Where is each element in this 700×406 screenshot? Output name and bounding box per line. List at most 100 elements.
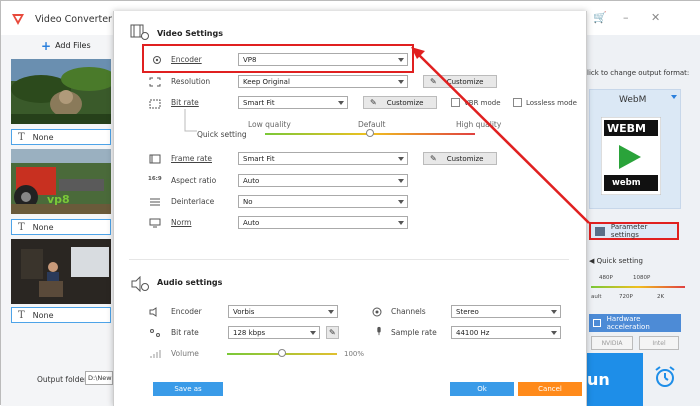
sample-rate-select[interactable]: 44100 Hz (451, 326, 561, 339)
pencil-icon: ✎ (329, 328, 336, 337)
volume-label: Volume (171, 349, 199, 358)
sample-rate-label: Sample rate (391, 328, 437, 337)
output-format-name: WebM (619, 95, 647, 105)
subtitle-row[interactable]: T None (11, 129, 111, 145)
parameter-settings-label: Parameter settings (610, 223, 648, 239)
frame-rate-value: Smart Fit (243, 155, 275, 163)
chevron-down-icon (551, 310, 557, 314)
frame-rate-customize-button[interactable]: ✎ Customize (423, 152, 497, 165)
lossless-mode-checkbox[interactable]: Lossless mode (513, 98, 577, 107)
resolution-customize-button[interactable]: ✎ Customize (423, 75, 497, 88)
quality-slider-handle[interactable] (366, 129, 374, 137)
scale-label: 480P (599, 275, 613, 281)
subtitle-value: None (32, 222, 54, 232)
audio-encoder-select[interactable]: Vorbis (228, 305, 338, 318)
resolution-select[interactable]: Keep Original (238, 75, 408, 88)
video-thumbnail[interactable] (11, 239, 111, 304)
bitrate-customize-button[interactable]: ✎ Customize (363, 96, 437, 109)
aspect-ratio-select[interactable]: Auto (238, 174, 408, 187)
add-files-button[interactable]: + Add Files (41, 38, 91, 53)
video-thumbnail[interactable] (11, 59, 111, 124)
subtitle-value: None (32, 132, 54, 142)
deinterlace-icon (150, 198, 160, 206)
norm-select[interactable]: Auto (238, 216, 408, 229)
subtitle-row[interactable]: T None (11, 219, 111, 235)
hardware-acceleration-toggle[interactable]: Hardware acceleration (589, 314, 681, 332)
audio-bitrate-edit-button[interactable]: ✎ (326, 326, 339, 339)
film-icon (149, 154, 161, 164)
channels-select[interactable]: Stereo (451, 305, 561, 318)
frame-rate-select[interactable]: Smart Fit (238, 152, 408, 165)
app-window: Video Converter 🛒 – ✕ + Add Files T None… (0, 0, 700, 406)
customize-label: Customize (446, 77, 484, 86)
resolution-label: Resolution (171, 77, 211, 86)
text-icon: T (18, 309, 25, 321)
monitor-icon (149, 218, 161, 228)
lossless-mode-label: Lossless mode (526, 98, 577, 107)
text-icon: T (18, 221, 25, 233)
pencil-icon: ✎ (370, 98, 377, 107)
scale-label: 2K (657, 294, 665, 300)
resize-icon (149, 77, 161, 87)
bitrate-select[interactable]: Smart Fit (238, 96, 348, 109)
text-icon: T (18, 131, 25, 143)
chevron-down-icon (398, 200, 404, 204)
checkbox-icon (593, 319, 601, 327)
quality-track[interactable] (591, 286, 685, 288)
pencil-icon: ✎ (430, 154, 437, 163)
run-label: un (587, 370, 610, 389)
cart-icon[interactable]: 🛒 (593, 11, 607, 24)
vbr-mode-checkbox[interactable]: VBR mode (451, 98, 501, 107)
parameter-settings-button[interactable]: Parameter settings (589, 222, 679, 240)
app-logo-icon (12, 14, 24, 25)
audio-encoder-label: Encoder (171, 307, 202, 316)
thumbnail-overlay-text: vp8 (47, 193, 70, 206)
video-settings-title: Video Settings (157, 29, 223, 38)
microphone-icon (377, 326, 381, 336)
bitrate-icon (149, 99, 161, 109)
ok-button[interactable]: Ok (450, 382, 514, 396)
intel-badge[interactable]: Intel (639, 336, 679, 350)
audio-bitrate-value: 128 kbps (233, 329, 266, 337)
aspect-ratio-icon: 16:9 (148, 176, 162, 182)
format-dropdown-icon[interactable] (671, 95, 677, 99)
section-divider (129, 259, 569, 260)
minimize-icon[interactable]: – (623, 11, 629, 24)
volume-bars-icon (150, 350, 161, 358)
volume-slider-handle[interactable] (278, 349, 286, 357)
save-as-button[interactable]: Save as (153, 382, 223, 396)
webm-icon-sublabel: webm (612, 178, 641, 188)
plus-icon: + (41, 38, 52, 53)
speaker-icon (149, 307, 157, 317)
scale-label: 720P (619, 294, 633, 300)
encoder-highlight-box (142, 44, 414, 73)
chevron-down-icon (398, 179, 404, 183)
scale-label: ault (591, 294, 602, 300)
deinterlace-value: No (243, 198, 253, 206)
subtitle-row[interactable]: T None (11, 307, 111, 323)
nvidia-badge[interactable]: NVIDIA (591, 336, 633, 350)
high-quality-label: High quality (456, 120, 502, 129)
frame-rate-label: Frame rate (171, 154, 212, 163)
norm-label: Norm (171, 218, 192, 227)
chevron-down-icon (310, 331, 316, 335)
hardware-acceleration-label: Hardware acceleration (606, 315, 650, 331)
chevron-down-icon (398, 80, 404, 84)
alarm-clock-icon[interactable] (653, 365, 677, 389)
low-quality-label: Low quality (248, 120, 291, 129)
volume-value: 100% (344, 350, 365, 358)
app-title: Video Converter (35, 14, 112, 25)
bitrate-dots-icon (150, 329, 160, 337)
output-folder-input[interactable]: D:\New f (85, 371, 113, 385)
audio-settings-title: Audio settings (157, 278, 223, 287)
quality-scale[interactable]: 480P 1080P ault 720P 2K (591, 269, 685, 305)
audio-bitrate-select[interactable]: 128 kbps (228, 326, 320, 339)
video-settings-icon (130, 24, 149, 40)
checkbox-icon (451, 98, 460, 107)
cancel-button[interactable]: Cancel (518, 382, 582, 396)
deinterlace-select[interactable]: No (238, 195, 408, 208)
vbr-mode-label: VBR mode (464, 98, 501, 107)
run-button[interactable]: un (587, 353, 643, 406)
resolution-value: Keep Original (243, 78, 290, 86)
close-icon[interactable]: ✕ (651, 11, 660, 24)
